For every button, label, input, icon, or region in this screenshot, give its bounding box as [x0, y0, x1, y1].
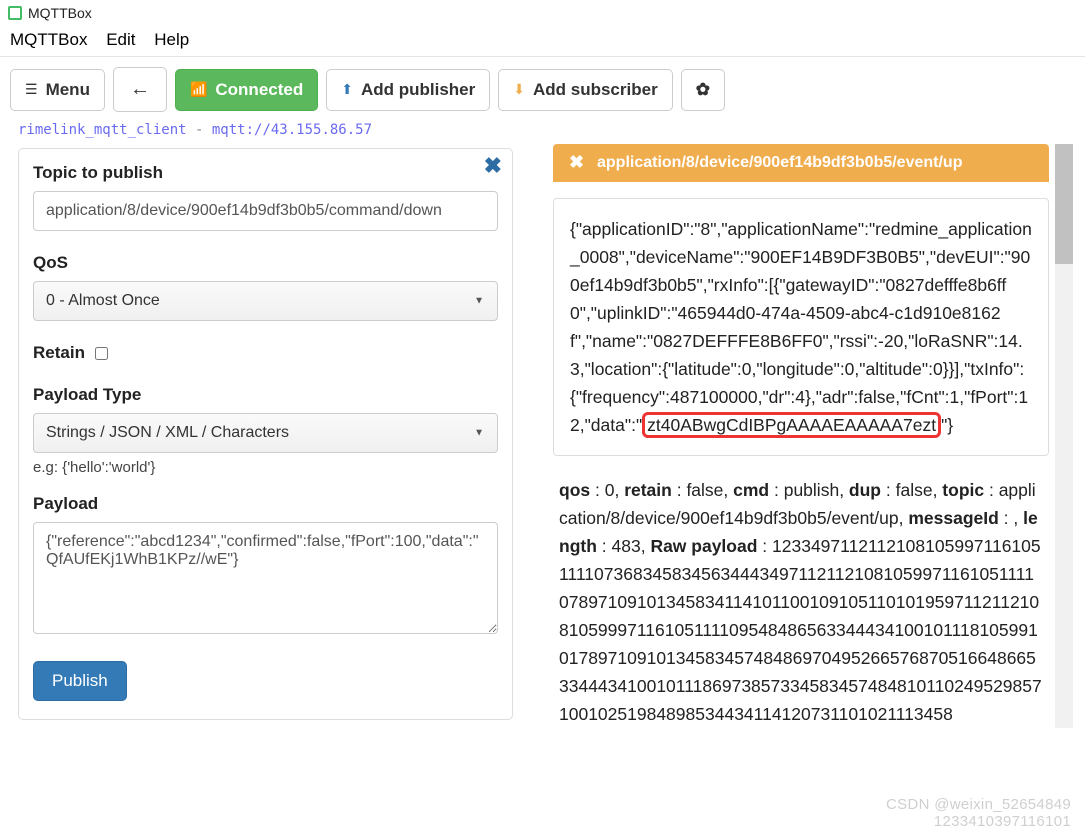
- gear-icon: ✿: [696, 80, 710, 100]
- watermark: CSDN @weixin_52654849 1233410397116101: [886, 796, 1071, 831]
- topic-input[interactable]: [33, 191, 498, 231]
- publish-label: Publish: [52, 671, 108, 691]
- app-icon: [8, 6, 22, 20]
- menu-help[interactable]: Help: [154, 30, 189, 49]
- back-button[interactable]: ←: [113, 67, 167, 112]
- connected-button[interactable]: 📶 Connected: [175, 69, 318, 111]
- qos-select[interactable]: 0 - Almost Once: [33, 281, 498, 321]
- message-body: {"applicationID":"8","applicationName":"…: [553, 198, 1049, 456]
- close-message-icon[interactable]: ✖: [569, 152, 584, 173]
- message-topic: application/8/device/900ef14b9df3b0b5/ev…: [597, 154, 962, 171]
- signal-icon: 📶: [190, 81, 207, 98]
- client-name: rimelink_mqtt_client: [18, 122, 187, 138]
- publish-button[interactable]: Publish: [33, 661, 127, 701]
- message-highlight: zt40ABwgCdIBPgAAAAEAAAAA7ezt: [642, 412, 941, 438]
- retain-label: Retain: [33, 343, 85, 363]
- menubar: MQTTBox Edit Help: [0, 26, 1085, 57]
- retain-checkbox[interactable]: [95, 347, 108, 360]
- toolbar: ☰ Menu ← 📶 Connected ⬆ Add publisher ⬇ A…: [0, 57, 1085, 120]
- menu-app[interactable]: MQTTBox: [10, 30, 87, 49]
- add-publisher-button[interactable]: ⬆ Add publisher: [326, 69, 490, 111]
- subscriber-panel: ✖ application/8/device/900ef14b9df3b0b5/…: [553, 144, 1073, 728]
- arrow-up-circle-icon: ⬆: [341, 81, 353, 98]
- connection-string: rimelink_mqtt_client - mqtt://43.155.86.…: [0, 120, 1085, 144]
- message-header: ✖ application/8/device/900ef14b9df3b0b5/…: [553, 144, 1049, 182]
- arrow-down-circle-icon: ⬇: [513, 81, 525, 98]
- close-icon[interactable]: ✖: [484, 155, 502, 177]
- payload-type-hint: e.g: {'hello':'world'}: [33, 459, 498, 476]
- add-subscriber-button[interactable]: ⬇ Add subscriber: [498, 69, 672, 111]
- message-pre: {"applicationID":"8","applicationName":"…: [570, 219, 1032, 435]
- arrow-left-icon: ←: [130, 78, 150, 101]
- titlebar: MQTTBox: [0, 0, 1085, 26]
- broker-url: mqtt://43.155.86.57: [212, 122, 372, 138]
- topic-label: Topic to publish: [33, 163, 498, 183]
- payload-label: Payload: [33, 494, 498, 514]
- settings-button[interactable]: ✿: [681, 69, 725, 111]
- window-title: MQTTBox: [28, 5, 92, 21]
- qos-label: QoS: [33, 253, 498, 273]
- menu-button[interactable]: ☰ Menu: [10, 69, 105, 111]
- connected-label: Connected: [215, 80, 303, 100]
- payload-textarea[interactable]: {"reference":"abcd1234","confirmed":fals…: [33, 522, 498, 634]
- scrollbar-thumb[interactable]: [1055, 144, 1073, 264]
- message-meta: qos : 0, retain : false, cmd : publish, …: [553, 476, 1049, 728]
- payload-type-select[interactable]: Strings / JSON / XML / Characters: [33, 413, 498, 453]
- add-subscriber-label: Add subscriber: [533, 80, 658, 100]
- publisher-panel: ✖ Topic to publish QoS 0 - Almost Once R…: [18, 148, 513, 720]
- add-publisher-label: Add publisher: [361, 80, 475, 100]
- menu-edit[interactable]: Edit: [106, 30, 135, 49]
- menu-button-label: Menu: [46, 80, 90, 100]
- hamburger-icon: ☰: [25, 81, 38, 98]
- message-post: "}: [941, 415, 953, 435]
- payload-type-label: Payload Type: [33, 385, 498, 405]
